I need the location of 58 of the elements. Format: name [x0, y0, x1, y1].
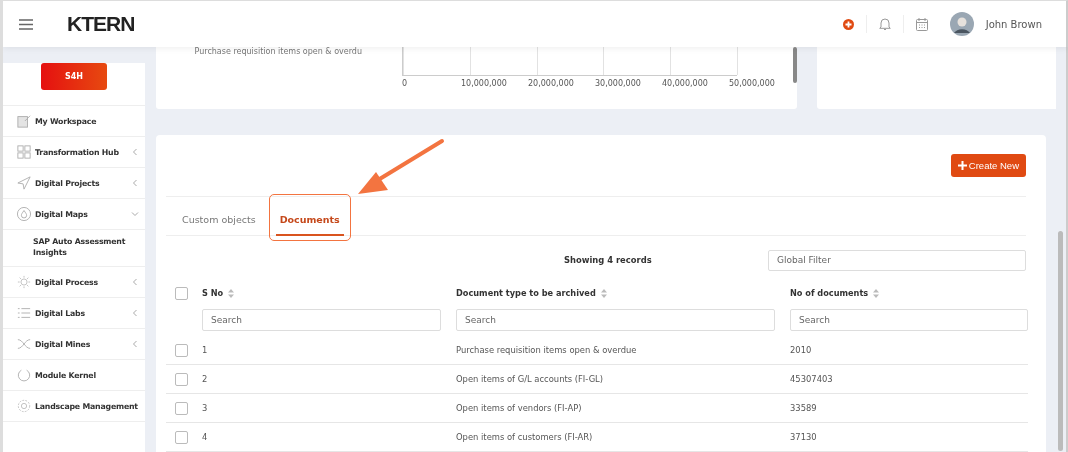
create-new-button[interactable]: Create New — [950, 154, 1026, 177]
add-icon[interactable] — [842, 18, 854, 30]
power-icon — [17, 368, 31, 382]
shuffle-icon — [17, 337, 31, 351]
scrollbar[interactable] — [793, 47, 797, 83]
table-cell-text: 2 — [202, 374, 209, 384]
table-cell-text: 2010 — [790, 345, 813, 355]
axis-tick-label: 40,000,000 — [662, 79, 708, 88]
grid-icon — [17, 145, 31, 159]
axis-tick-label: 10,000,000 — [461, 79, 507, 88]
bulb-icon — [17, 275, 31, 289]
column-header[interactable]: S No — [202, 288, 441, 298]
column-header[interactable]: Document type to be archived — [456, 288, 775, 298]
table-cell-text: Open items of customers (FI-AR) — [456, 432, 594, 442]
note-icon — [17, 114, 31, 128]
axis-tick-label: 50,000,000 — [729, 79, 775, 88]
user-name[interactable]: John Brown — [985, 18, 1042, 30]
plus-icon — [957, 161, 967, 170]
tab[interactable]: Documents — [275, 214, 344, 236]
sort-icon[interactable] — [873, 288, 880, 298]
row-checkbox[interactable] — [175, 372, 188, 386]
table-cell-text: Open items of vendors (FI-AP) — [456, 403, 583, 413]
list-icon — [17, 306, 31, 320]
drop-icon — [17, 207, 31, 221]
global-filter-field[interactable]: Global Filter — [768, 249, 1026, 271]
sort-icon[interactable] — [600, 288, 607, 298]
sort-icon[interactable] — [228, 288, 235, 298]
row-checkbox[interactable] — [175, 401, 188, 415]
calendar-icon[interactable] — [915, 17, 928, 31]
table-cell-text: 37130 — [790, 432, 818, 442]
row-checkbox[interactable] — [175, 343, 188, 357]
avatar[interactable] — [949, 12, 974, 36]
table-cell-text: 1 — [202, 345, 209, 355]
menu-icon[interactable] — [19, 18, 33, 30]
system-badge[interactable]: S4H — [41, 63, 107, 90]
records-count: Showing 4 records — [564, 255, 652, 265]
table-cell-text: 33589 — [790, 403, 818, 413]
column-header[interactable]: No of documents — [790, 288, 1028, 298]
logo[interactable]: KTERN — [67, 12, 135, 36]
table-cell-text: 45307403 — [790, 374, 834, 384]
table-cell-text: 3 — [202, 403, 209, 413]
scrollbar[interactable] — [1058, 231, 1063, 451]
table-cell-text: 4 — [202, 432, 209, 442]
select-all-checkbox[interactable] — [175, 286, 188, 300]
column-search-field[interactable]: Search — [790, 309, 1028, 331]
tab[interactable]: Custom objects — [178, 214, 260, 236]
axis-tick-label: 20,000,000 — [528, 79, 574, 88]
table-cell-text: Purchase requisition items open & overdue — [456, 345, 638, 355]
axis-category-label: Purchase requisition items open & overdu — [193, 47, 362, 58]
gear-icon — [17, 399, 31, 413]
bell-icon[interactable] — [878, 17, 891, 31]
paper-plane-icon — [17, 176, 31, 190]
row-checkbox[interactable] — [175, 430, 188, 444]
column-search-field[interactable]: Search — [456, 309, 775, 331]
table-cell-text: Open items of G/L accounts (FI-GL) — [456, 374, 605, 384]
axis-tick-label: 0 — [402, 79, 408, 88]
axis-tick-label: 30,000,000 — [595, 79, 641, 88]
column-search-field[interactable]: Search — [202, 309, 441, 331]
